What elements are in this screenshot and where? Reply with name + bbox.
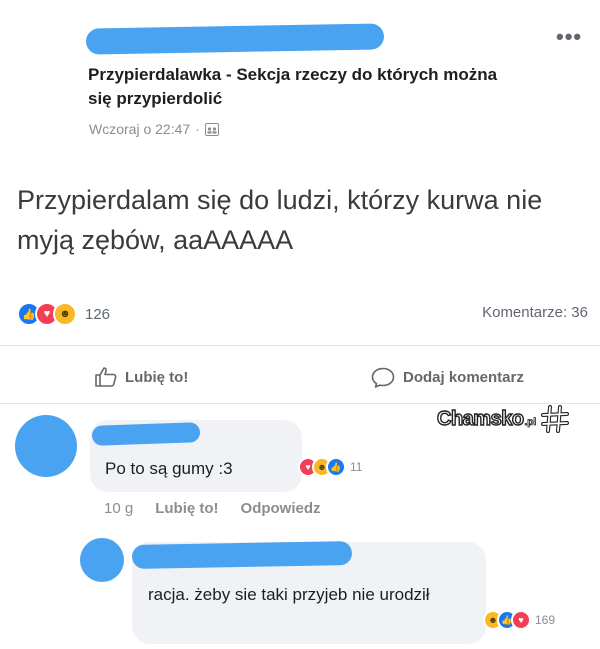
commenter-avatar[interactable] bbox=[15, 415, 77, 477]
hash-logo-icon bbox=[541, 405, 570, 433]
comment-text: Po to są gumy :3 bbox=[105, 459, 233, 478]
more-options-icon[interactable]: ••• bbox=[556, 26, 582, 48]
comment-time[interactable]: 10 g bbox=[104, 500, 133, 517]
thumbs-up-icon bbox=[95, 367, 117, 387]
group-audience-icon bbox=[204, 122, 219, 136]
comment-actions: 10 g Lubię to! Odpowiedz bbox=[104, 500, 321, 517]
watermark-suffix: .pl bbox=[524, 416, 537, 428]
reactions-summary[interactable]: 👍 ♥ ☻ 126 bbox=[17, 302, 110, 326]
comment-like-link[interactable]: Lubię to! bbox=[155, 500, 218, 517]
watermark-text: Chamsko bbox=[436, 407, 524, 430]
reply-reaction-count: 169 bbox=[535, 613, 556, 627]
love-icon: ♥ bbox=[511, 610, 531, 630]
comment-icon bbox=[371, 367, 395, 388]
group-title[interactable]: Przypierdalawka - Sekcja rzeczy do który… bbox=[88, 63, 498, 111]
like-button-label: Lubię to! bbox=[125, 368, 189, 386]
reply-text: racja. żeby sie taki przyjeb nie urodził bbox=[148, 585, 430, 604]
comment-reaction-count: 11 bbox=[350, 460, 363, 474]
divider bbox=[0, 345, 600, 346]
chamsko-watermark: Chamsko .pl bbox=[436, 404, 570, 434]
redacted-commenter-name bbox=[91, 422, 201, 446]
like-button[interactable]: Lubię to! bbox=[95, 367, 188, 387]
reaction-count: 126 bbox=[85, 305, 111, 323]
meta-separator: · bbox=[195, 121, 200, 137]
reply-avatar[interactable] bbox=[80, 538, 124, 582]
post-meta: Wczoraj o 22:47 · bbox=[89, 121, 219, 137]
post-body: Przypierdalam się do ludzi, którzy kurwa… bbox=[17, 185, 543, 255]
redacted-reply-name bbox=[131, 541, 353, 569]
like-icon: 👍 bbox=[326, 457, 346, 477]
comment-button[interactable]: Dodaj komentarz bbox=[371, 367, 524, 388]
post-timestamp[interactable]: Wczoraj o 22:47 bbox=[89, 121, 190, 137]
comment-button-label: Dodaj komentarz bbox=[403, 369, 524, 386]
comments-count[interactable]: Komentarze: 36 bbox=[482, 304, 588, 321]
comment-reactions[interactable]: ♥ ☻ 👍 11 bbox=[298, 457, 362, 477]
comment-reply-link[interactable]: Odpowiedz bbox=[241, 500, 321, 517]
redacted-poster-name bbox=[85, 23, 385, 55]
haha-icon: ☻ bbox=[53, 302, 77, 326]
reply-reactions[interactable]: ☻ 👍 ♥ 169 bbox=[483, 610, 555, 630]
